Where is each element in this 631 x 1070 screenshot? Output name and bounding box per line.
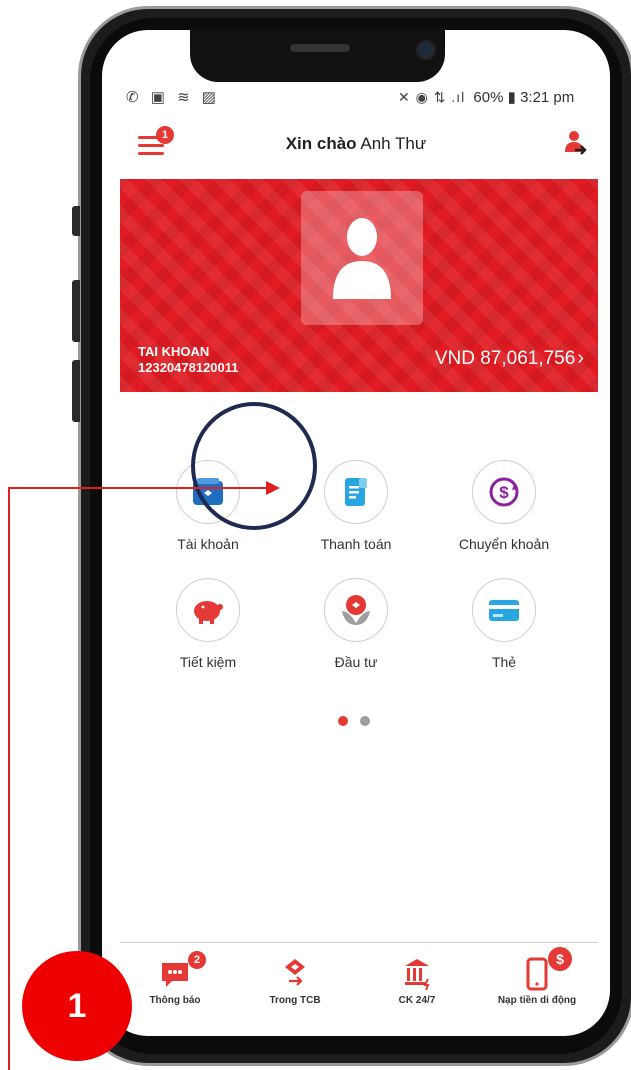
clock: 3:21 pm (520, 89, 575, 106)
phone-volume-up-button (72, 280, 80, 342)
highlight-ring (191, 402, 317, 530)
person-icon (333, 218, 391, 299)
svg-text:$: $ (499, 483, 509, 502)
front-camera (416, 40, 436, 60)
receipt-icon (324, 460, 388, 524)
app-screen: ✆ ▣ ≋ ▨ ✕ ◉ ⇅ .ıl 60% ▮ 3:21 pm 1 Xin ch… (102, 30, 610, 1036)
transfer-icon: $ (472, 460, 536, 524)
page-title: Xin chào Anh Thư (102, 134, 610, 154)
phone-speaker (290, 44, 350, 52)
user-name: Anh Thư (360, 134, 427, 153)
phone-volume-down-button (72, 360, 80, 422)
nav-trong-tcb[interactable]: Trong TCB (240, 953, 350, 1006)
step-number-badge: 1 (22, 951, 132, 1061)
feature-label: Đầu tư (334, 654, 378, 670)
status-bar-right: ✕ ◉ ⇅ .ıl 60% ▮ 3:21 pm (398, 88, 574, 106)
battery-icon: ▮ (507, 89, 516, 106)
feature-chuyen-khoan[interactable]: $ Chuyển khoản (434, 460, 574, 552)
signal-icons: ✕ ◉ ⇅ .ıl (398, 89, 466, 105)
page-indicator (338, 713, 382, 731)
feature-label: Thẻ (491, 654, 517, 670)
feature-label: Tiết kiệm (179, 654, 237, 670)
invest-icon (324, 578, 388, 642)
greeting-text: Xin chào (285, 134, 357, 153)
card-icon (472, 578, 536, 642)
balance-amount: VND 87,061,756 (434, 347, 576, 369)
feature-label: Tài khoản (177, 536, 239, 552)
bottom-nav: 2 Thông báo Trong TCB CK 24/7 $ Nạp tiền… (120, 942, 598, 1023)
chevron-right-icon: › (577, 347, 584, 369)
feature-dau-tu[interactable]: Đầu tư (286, 578, 426, 670)
battery-level: 60% (473, 89, 504, 106)
tcb-transfer-icon (240, 953, 350, 991)
feature-the[interactable]: Thẻ (434, 578, 574, 670)
feature-tiet-kiem[interactable]: Tiết kiệm (138, 578, 278, 670)
account-balance[interactable]: VND 87,061,756 › (435, 347, 584, 370)
phone-notch (190, 28, 445, 82)
piggy-bank-icon (176, 578, 240, 642)
status-bar-left-icons: ✆ ▣ ≋ ▨ (126, 89, 220, 106)
annotation-arrow-line (8, 487, 270, 489)
annotation-arrow-line (8, 488, 10, 1070)
annotation-arrowhead (266, 481, 280, 495)
nav-label: Thông báo (149, 995, 201, 1006)
nav-label: CK 24/7 (398, 995, 436, 1006)
nav-thong-bao[interactable]: 2 Thông báo (120, 951, 230, 1006)
chat-icon: 2 (120, 951, 230, 991)
nav-ck-247[interactable]: CK 24/7 (362, 953, 472, 1006)
notification-badge: 2 (188, 951, 206, 969)
avatar[interactable] (301, 191, 423, 325)
user-logout-icon[interactable] (564, 130, 588, 158)
feature-label: Chuyển khoản (458, 536, 550, 552)
feature-label: Thanh toán (320, 536, 392, 552)
mobile-topup-icon: $ (482, 947, 592, 991)
phone-side-button (72, 206, 80, 236)
nav-label: Trong TCB (269, 995, 321, 1006)
nav-label: Nạp tiền di động (497, 995, 577, 1006)
nav-nap-tien[interactable]: $ Nạp tiền di động (482, 947, 592, 1006)
bank-icon (362, 953, 472, 991)
account-label: TAI KHOAN (138, 344, 210, 359)
account-banner[interactable]: TAI KHOAN 12320478120011 VND 87,061,756 … (120, 179, 598, 392)
account-number: 12320478120011 (138, 360, 239, 375)
page-dot[interactable] (360, 716, 370, 726)
app-header: 1 Xin chào Anh Thư (102, 122, 610, 168)
topup-badge: $ (548, 947, 572, 971)
page-dot-active[interactable] (338, 716, 348, 726)
